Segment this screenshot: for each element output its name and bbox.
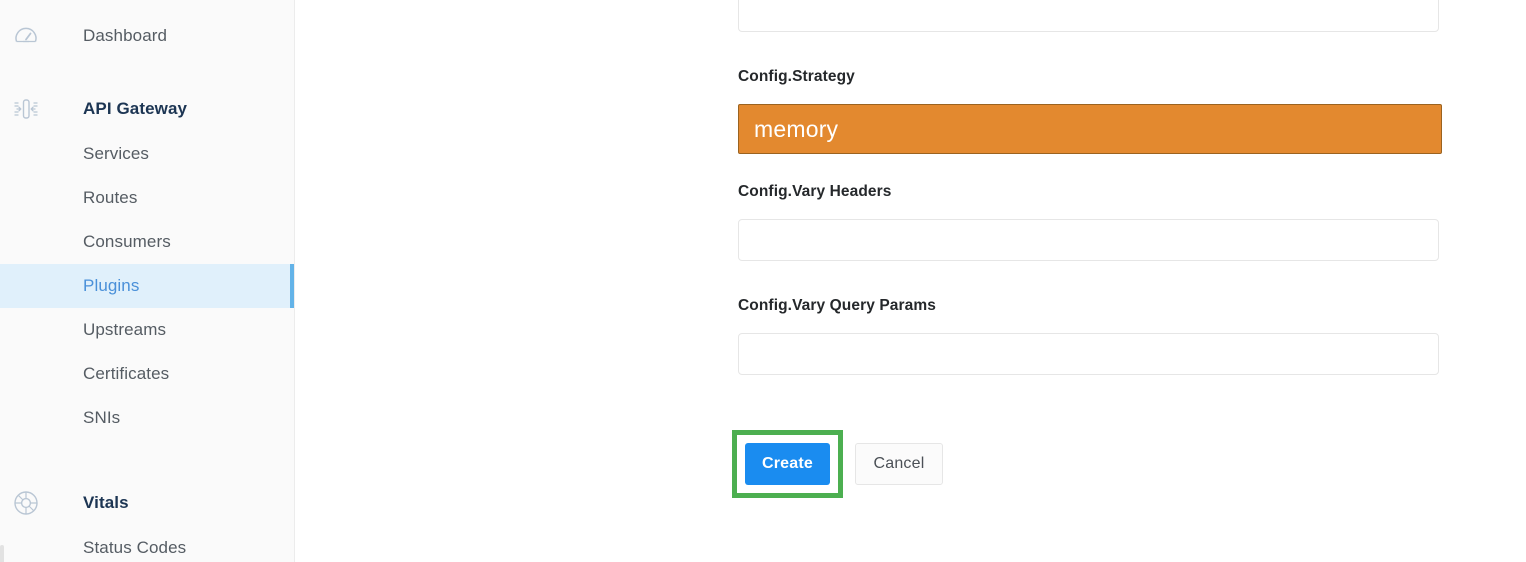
sidebar-item-certificates[interactable]: Certificates [0, 352, 294, 396]
sidebar-scrollbar[interactable] [0, 545, 4, 562]
label-spacer [738, 86, 1442, 104]
sidebar-item-label: SNIs [83, 408, 121, 427]
api-gateway-icon [0, 94, 52, 124]
field-label-config-vary-headers: Config.Vary Headers [738, 183, 892, 200]
sidebar-item-dashboard[interactable]: Dashboard [0, 14, 294, 58]
cancel-button[interactable]: Cancel [855, 443, 943, 485]
sidebar-navigation: Dashboard API Gateway Services Routes Co… [0, 0, 295, 562]
field-group-config-vary-query-params: Config.Vary Query Params [738, 297, 1439, 375]
kong-manager-app: Dashboard API Gateway Services Routes Co… [0, 0, 1526, 562]
field-label-config-vary-query-params: Config.Vary Query Params [738, 297, 936, 314]
plugin-form-main: Config.Strategy memory Config.Vary Heade… [295, 0, 1526, 562]
config-strategy-select[interactable]: memory [738, 104, 1442, 154]
field-input-clipped-top[interactable] [738, 0, 1439, 32]
sidebar-item-label: Certificates [83, 364, 170, 383]
label-spacer [738, 315, 1439, 333]
sidebar-section-label: Vitals [83, 493, 129, 512]
sidebar-item-label: Routes [83, 188, 138, 207]
create-button-annotation-highlight: Create [732, 430, 843, 498]
sidebar-item-plugins[interactable]: Plugins [0, 264, 294, 308]
sidebar-item-label: Dashboard [83, 26, 168, 45]
sidebar-item-label: Plugins [83, 276, 140, 295]
sidebar-item-label: Upstreams [83, 320, 167, 339]
sidebar-item-label: Consumers [83, 232, 171, 251]
config-vary-headers-input[interactable] [738, 219, 1439, 261]
sidebar-item-consumers[interactable]: Consumers [0, 220, 294, 264]
sidebar-item-label: Services [83, 144, 149, 163]
sidebar-item-services[interactable]: Services [0, 132, 294, 176]
field-label-config-strategy: Config.Strategy [738, 68, 855, 85]
vitals-icon [0, 488, 52, 518]
sidebar-top-spacer [0, 0, 294, 14]
config-strategy-value: memory [754, 115, 839, 142]
field-group-config-strategy: Config.Strategy memory [738, 68, 1442, 154]
sidebar-item-label: Status Codes [83, 538, 187, 557]
label-spacer [738, 201, 1439, 219]
sidebar-item-snis[interactable]: SNIs [0, 396, 294, 440]
config-vary-query-params-input[interactable] [738, 333, 1439, 375]
sidebar-section-vitals[interactable]: Vitals [0, 480, 294, 526]
sidebar-section-label: API Gateway [83, 99, 188, 118]
create-button[interactable]: Create [745, 443, 830, 485]
sidebar-section-api-gateway[interactable]: API Gateway [0, 86, 294, 132]
field-group-config-vary-headers: Config.Vary Headers [738, 183, 1439, 261]
sidebar-item-upstreams[interactable]: Upstreams [0, 308, 294, 352]
form-actions: Create Cancel [732, 430, 943, 498]
gauge-icon [0, 22, 52, 50]
sidebar-item-routes[interactable]: Routes [0, 176, 294, 220]
sidebar-item-status-codes[interactable]: Status Codes [0, 526, 294, 562]
active-indicator-bar [290, 264, 294, 308]
